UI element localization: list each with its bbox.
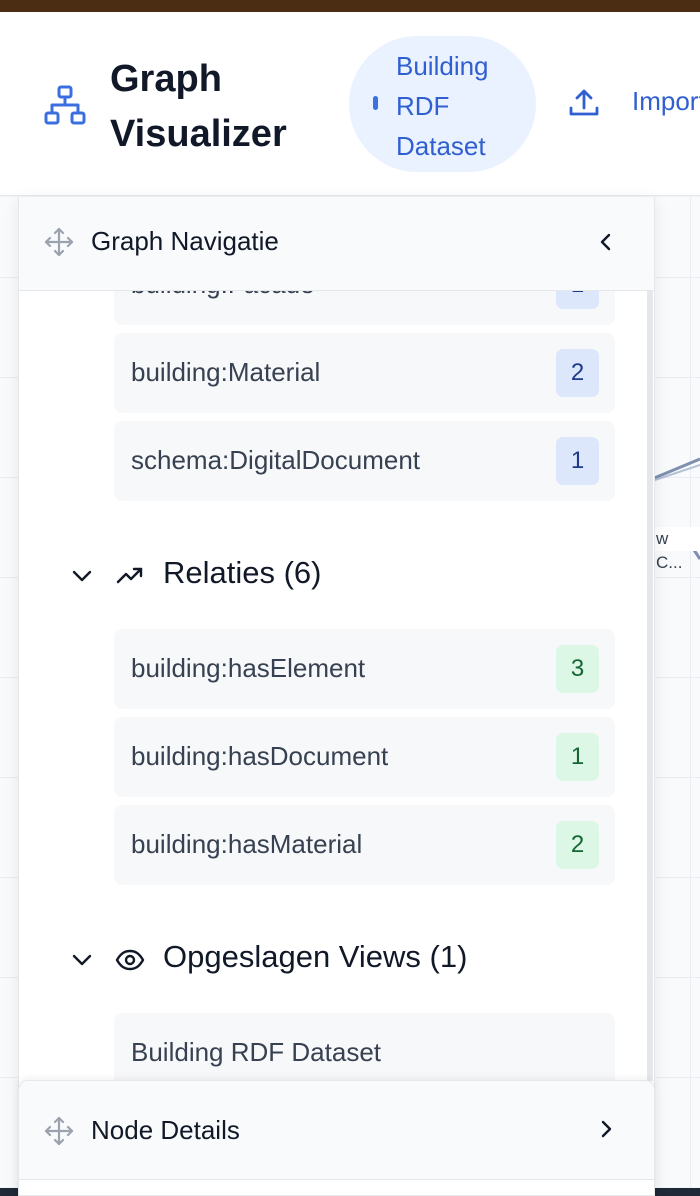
edge-label[interactable]: w C... [652,527,700,572]
navigation-scroll-area[interactable]: building:Facade 1 building:Material 2 sc… [19,291,654,1081]
type-count-badge: 1 [556,291,599,309]
dataset-status-dot [373,96,378,110]
dataset-selector[interactable]: Building RDF Dataset [349,36,536,172]
dataset-name: Building RDF Dataset [396,51,489,161]
views-section-title: Opgeslagen Views (1) [163,939,468,974]
window-top-strip [0,0,700,12]
grid-line [690,197,691,1187]
node-details-body [19,1179,654,1195]
navigation-panel-header: Graph Navigatie [19,197,654,291]
relation-item-label: building:hasMaterial [131,829,363,859]
trending-up-icon [116,567,143,584]
node-details-panel[interactable]: Node Details [18,1080,655,1196]
type-item-facade[interactable]: building:Facade 1 [114,291,615,325]
upload-icon[interactable] [567,86,601,120]
saved-view-label: Building RDF Dataset [131,1037,381,1067]
type-item-label: building:Facade [131,291,315,300]
navigation-panel-title: Graph Navigatie [91,226,279,256]
drag-move-icon[interactable] [43,226,75,258]
app-header: Graph Visualizer Building RDF Dataset Im… [0,12,700,196]
eye-icon [115,949,145,971]
chevron-down-icon [72,570,92,582]
graph-navigation-panel: Graph Navigatie building:Facade 1 buildi… [18,197,655,1196]
relation-count-badge: 2 [556,821,599,869]
relation-count-badge: 1 [556,733,599,781]
relation-item-label: building:hasElement [131,653,366,683]
relation-item-label: building:hasDocument [131,741,389,771]
saved-view-item[interactable]: Building RDF Dataset [114,1013,615,1081]
type-item-label: building:Material [131,357,321,387]
views-section-header[interactable]: Opgeslagen Views (1) [69,939,609,979]
node-details-title: Node Details [91,1115,240,1145]
relation-item-has-document[interactable]: building:hasDocument 1 [114,717,615,797]
collapse-panel-icon[interactable] [595,231,617,253]
type-item-material[interactable]: building:Material 2 [114,333,615,413]
type-item-label: schema:DigitalDocument [131,445,421,475]
relation-item-has-material[interactable]: building:hasMaterial 2 [114,805,615,885]
expand-panel-icon[interactable] [595,1118,617,1140]
chevron-down-icon [72,954,92,966]
type-count-badge: 2 [556,349,599,397]
import-button[interactable]: Import [632,86,700,117]
app-title: Graph Visualizer [110,58,287,155]
drag-move-icon[interactable] [43,1115,75,1147]
relations-section-header[interactable]: Relaties (6) [69,555,609,595]
type-count-badge: 1 [556,437,599,485]
relation-count-badge: 3 [556,645,599,693]
type-item-digital-document[interactable]: schema:DigitalDocument 1 [114,421,615,501]
relations-section-title: Relaties (6) [163,555,322,590]
navigation-scrollbar[interactable] [647,291,653,1081]
hierarchy-icon [44,85,86,125]
relation-item-has-element[interactable]: building:hasElement 3 [114,629,615,709]
